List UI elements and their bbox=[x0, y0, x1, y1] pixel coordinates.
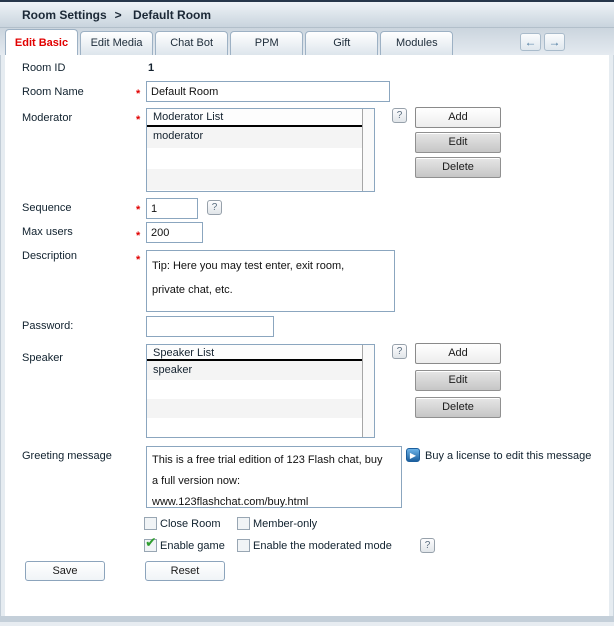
speaker-list-header: Speaker List bbox=[147, 345, 362, 361]
required-asterisk: * bbox=[136, 114, 140, 126]
description-label: Description bbox=[22, 250, 77, 262]
moderated-mode-label: Enable the moderated mode bbox=[253, 540, 392, 552]
tab-ppm[interactable]: PPM bbox=[230, 31, 303, 55]
moderator-list: Moderator List moderator bbox=[147, 109, 362, 191]
required-asterisk: * bbox=[136, 88, 140, 100]
breadcrumb-bar: Room Settings > Default Room bbox=[0, 0, 614, 28]
list-item-empty bbox=[147, 148, 362, 169]
required-asterisk: * bbox=[136, 204, 140, 216]
reset-button[interactable]: Reset bbox=[145, 561, 225, 581]
license-note: Buy a license to edit this message bbox=[425, 450, 591, 462]
greeting-label: Greeting message bbox=[22, 450, 112, 462]
member-only-label: Member-only bbox=[253, 518, 317, 530]
moderator-listbox[interactable]: Moderator List moderator bbox=[146, 108, 375, 192]
room-settings-window: Room Settings > Default Room Edit Basic E… bbox=[0, 0, 614, 626]
speaker-list: Speaker List speaker bbox=[147, 345, 362, 437]
breadcrumb-title: Room Settings bbox=[22, 8, 107, 22]
speaker-list-scrollbar[interactable] bbox=[362, 345, 374, 437]
room-id-label: Room ID bbox=[22, 62, 65, 74]
list-item-speaker[interactable]: speaker bbox=[147, 361, 362, 380]
sequence-input[interactable] bbox=[146, 198, 198, 219]
greeting-textarea[interactable]: This is a free trial edition of 123 Flas… bbox=[146, 446, 402, 508]
moderator-add-button[interactable]: Add bbox=[415, 107, 501, 128]
breadcrumb-room: Default Room bbox=[133, 8, 211, 22]
required-asterisk: * bbox=[136, 230, 140, 242]
password-input[interactable] bbox=[146, 316, 274, 337]
moderator-label: Moderator bbox=[22, 112, 72, 124]
enable-game-label: Enable game bbox=[160, 540, 225, 552]
password-label: Password: bbox=[22, 320, 73, 332]
required-asterisk: * bbox=[136, 254, 140, 266]
tab-bar: Edit Basic Edit Media Chat Bot PPM Gift … bbox=[0, 28, 614, 55]
moderator-delete-button[interactable]: Delete bbox=[415, 157, 501, 178]
breadcrumb-separator: > bbox=[115, 8, 122, 22]
speaker-add-button[interactable]: Add bbox=[415, 343, 501, 364]
bottom-frame-light bbox=[0, 622, 614, 626]
check-icon: ✔ bbox=[145, 534, 157, 551]
description-textarea[interactable]: Tip: Here you may test enter, exit room,… bbox=[146, 250, 395, 312]
tab-scroll-left-icon[interactable]: ← bbox=[520, 33, 541, 51]
tab-edit-basic[interactable]: Edit Basic bbox=[5, 29, 78, 55]
speaker-listbox[interactable]: Speaker List speaker bbox=[146, 344, 375, 438]
speaker-label: Speaker bbox=[22, 352, 63, 364]
speaker-edit-button[interactable]: Edit bbox=[415, 370, 501, 391]
tab-scroll-right-icon[interactable]: → bbox=[544, 33, 565, 51]
moderator-list-header: Moderator List bbox=[147, 109, 362, 127]
sequence-label: Sequence bbox=[22, 202, 72, 214]
moderator-list-scrollbar[interactable] bbox=[362, 109, 374, 191]
tab-gift[interactable]: Gift bbox=[305, 31, 378, 55]
speaker-delete-button[interactable]: Delete bbox=[415, 397, 501, 418]
max-users-input[interactable] bbox=[146, 222, 203, 243]
sequence-help-icon[interactable]: ? bbox=[207, 200, 222, 215]
moderator-edit-button[interactable]: Edit bbox=[415, 132, 501, 153]
list-item-empty bbox=[147, 169, 362, 190]
moderated-mode-help-icon[interactable]: ? bbox=[420, 538, 435, 553]
moderated-mode-checkbox[interactable] bbox=[237, 539, 250, 552]
breadcrumb: Room Settings > Default Room bbox=[22, 8, 219, 22]
close-room-label: Close Room bbox=[160, 518, 221, 530]
list-item-empty bbox=[147, 380, 362, 399]
tab-chat-bot[interactable]: Chat Bot bbox=[155, 31, 228, 55]
tab-edit-media[interactable]: Edit Media bbox=[80, 31, 153, 55]
list-item-empty bbox=[147, 399, 362, 418]
speaker-help-icon[interactable]: ? bbox=[392, 344, 407, 359]
tab-strip: Edit Basic Edit Media Chat Bot PPM Gift … bbox=[5, 29, 452, 55]
play-icon[interactable]: ▶ bbox=[406, 448, 420, 462]
list-item-moderator[interactable]: moderator bbox=[147, 127, 362, 148]
room-name-input[interactable] bbox=[146, 81, 390, 102]
room-id-value: 1 bbox=[148, 62, 154, 74]
room-name-label: Room Name bbox=[22, 86, 84, 98]
member-only-checkbox[interactable] bbox=[237, 517, 250, 530]
moderator-help-icon[interactable]: ? bbox=[392, 108, 407, 123]
max-users-label: Max users bbox=[22, 226, 73, 238]
tab-modules[interactable]: Modules bbox=[380, 31, 453, 55]
list-item-empty bbox=[147, 418, 362, 437]
close-room-checkbox[interactable] bbox=[144, 517, 157, 530]
save-button[interactable]: Save bbox=[25, 561, 105, 581]
enable-game-checkbox[interactable]: ✔ bbox=[144, 539, 157, 552]
